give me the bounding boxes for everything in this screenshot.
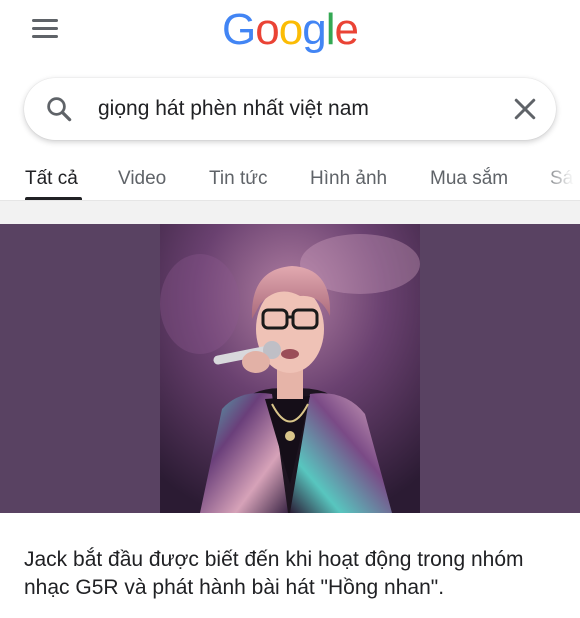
menu-bar xyxy=(32,35,58,38)
result-snippet: Jack bắt đầu được biết đến khi hoạt động… xyxy=(24,548,524,599)
header: Google xyxy=(0,0,580,70)
search-box[interactable]: giọng hát phèn nhất việt nam xyxy=(24,78,556,140)
result-image-panel xyxy=(0,224,580,513)
menu-bar xyxy=(32,19,58,22)
menu-bar xyxy=(32,27,58,30)
logo-letter: e xyxy=(334,5,359,54)
result-photo[interactable] xyxy=(160,224,420,513)
tab-images[interactable]: Hình ảnh xyxy=(310,166,387,192)
search-input[interactable]: giọng hát phèn nhất việt nam xyxy=(98,96,369,122)
singer-photo-image xyxy=(160,224,420,513)
google-logo[interactable]: Google xyxy=(222,4,359,56)
logo-letter: g xyxy=(302,5,327,54)
tab-news[interactable]: Tin tức xyxy=(209,166,267,192)
logo-letter: o xyxy=(255,5,280,54)
tab-shopping[interactable]: Mua sắm xyxy=(430,166,508,192)
search-tabs: Tất cả Video Tin tức Hình ảnh Mua sắm Sá xyxy=(0,152,580,200)
tab-all[interactable]: Tất cả xyxy=(25,166,78,192)
logo-letter: l xyxy=(325,5,336,54)
tab-video[interactable]: Video xyxy=(118,166,166,192)
search-icon[interactable] xyxy=(44,94,74,124)
tab-more[interactable]: Sá xyxy=(550,166,573,192)
close-icon[interactable] xyxy=(510,94,540,124)
logo-letter: G xyxy=(222,5,256,54)
logo-letter: o xyxy=(278,5,304,54)
menu-icon[interactable] xyxy=(28,15,62,43)
section-divider xyxy=(0,200,580,224)
